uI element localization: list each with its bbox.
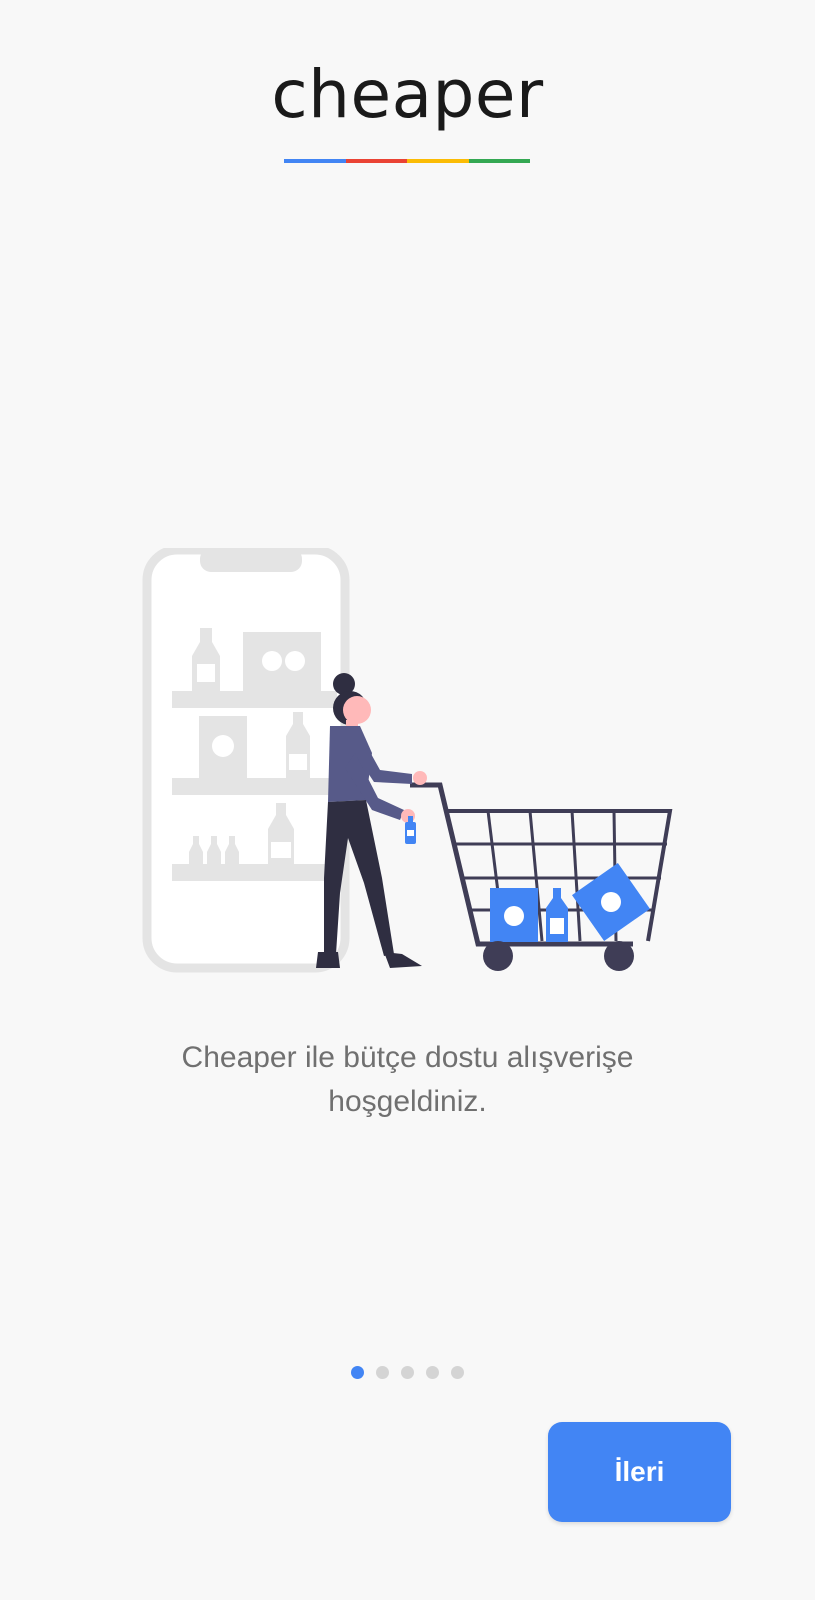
logo-underline [284,159,530,163]
logo-underline-yellow [407,159,469,163]
page-dot-5[interactable] [451,1366,464,1379]
next-button[interactable]: İleri [548,1422,731,1522]
page-dot-4[interactable] [426,1366,439,1379]
shopping-illustration [142,548,673,973]
shopping-cart-image [410,782,673,971]
welcome-message: Cheaper ile bütçe dostu alışverişe hoşge… [181,1041,634,1118]
logo-text: cheaper [271,56,544,133]
page-indicator [0,1366,815,1379]
app-logo: cheaper [0,56,815,163]
page-dot-3[interactable] [401,1366,414,1379]
page-dot-2[interactable] [376,1366,389,1379]
page-dot-1[interactable] [351,1366,364,1379]
logo-underline-green [468,159,530,163]
onboarding-screen: cheaper Cheaper ile bütçe dostu alışveri… [0,0,815,1600]
logo-underline-red [345,159,407,163]
logo-underline-blue [284,159,346,163]
phone-shelves-image [142,548,350,973]
